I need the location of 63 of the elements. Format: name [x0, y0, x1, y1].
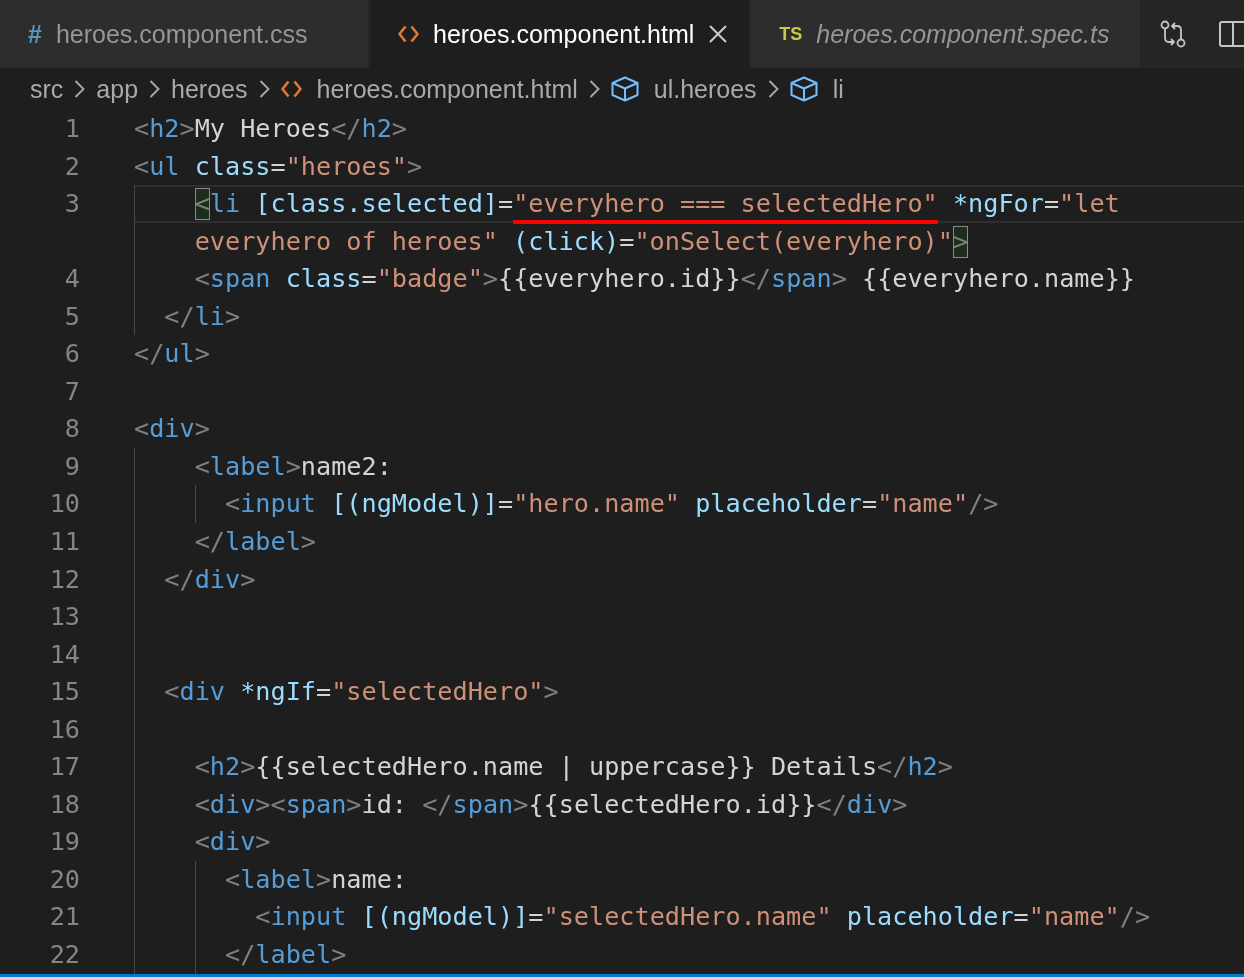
line-number: 2: [64, 151, 80, 181]
code-line: <div *ngIf="selectedHero">: [164, 677, 559, 707]
code-line: </li>: [164, 301, 241, 331]
line-number: 7: [64, 376, 80, 406]
breadcrumb-item[interactable]: heroes.component.html: [280, 74, 578, 104]
line-number: 9: [64, 451, 80, 481]
line-number: 5: [64, 301, 80, 331]
code-line: <div>: [194, 827, 271, 857]
code-line: </ul>: [134, 339, 210, 369]
code-brackets-icon: [398, 25, 419, 43]
compare-icon[interactable]: [1159, 20, 1186, 48]
code-line: <ul class="heroes">: [134, 151, 423, 181]
line-number: 10: [49, 489, 80, 519]
cube-icon: [789, 76, 818, 102]
chevron-icon: [74, 79, 86, 99]
line-number: 20: [49, 864, 80, 894]
chevron-icon: [149, 79, 161, 99]
line-number: 1: [64, 114, 80, 143]
breadcrumb-item[interactable]: app: [96, 74, 139, 104]
line-number: 4: [64, 264, 80, 294]
code-line: <span class="badge">{{everyhero.id}}</span> {{everyhero.name}}: [194, 264, 1135, 294]
code-line: <div><span>id: </span>{{selectedHero.id}}</div>: [194, 789, 908, 819]
line-number: 21: [49, 902, 80, 932]
line-number: 14: [49, 639, 80, 669]
code-line: everyhero of heroes" (click)="onSelect(everyhero)">: [194, 226, 969, 256]
line-number: 19: [49, 827, 80, 857]
line-number: 15: [49, 677, 80, 707]
code-line: <input [(ngModel)]="hero.name" placeholder="name"/>: [225, 489, 999, 519]
line-number: 16: [49, 714, 80, 744]
code-line: </label>: [194, 527, 316, 556]
line-number: 12: [49, 564, 80, 594]
code-line: <label>name:: [225, 864, 407, 894]
editor-tab[interactable]: heroes.component.html: [370, 0, 752, 68]
breadcrumb-item[interactable]: li: [789, 74, 844, 104]
chevron-icon: [588, 79, 600, 99]
code-line: </label>: [225, 940, 347, 970]
breadcrumb-item[interactable]: heroes: [171, 74, 248, 104]
editor-tab[interactable]: TS heroes.component.spec.ts: [751, 0, 1142, 68]
editor-tab[interactable]: # heroes.component.css: [0, 0, 370, 68]
chevron-icon: [258, 79, 270, 99]
code-line: <h2>My Heroes</h2>: [134, 114, 408, 143]
code-line: <input [(ngModel)]="selectedHero.name" placeholder="name"/>: [255, 902, 1151, 932]
chevron-icon: [767, 79, 779, 99]
code-line: <div>: [134, 414, 210, 444]
line-number: 8: [64, 414, 80, 444]
line-number: 6: [64, 339, 80, 369]
line-number: 18: [49, 789, 80, 819]
line-number: 17: [49, 752, 80, 782]
line-number: 13: [49, 602, 80, 632]
code-brackets-icon: [280, 80, 302, 98]
breadcrumb-item[interactable]: ul.heroes: [610, 74, 757, 104]
breadcrumb-item[interactable]: src: [30, 74, 64, 104]
code-line: <h2>{{selectedHero.name | uppercase}} Details</h2>: [194, 752, 953, 782]
split-editor-icon[interactable]: [1218, 21, 1244, 47]
line-number: 3: [64, 189, 80, 219]
line-number: 11: [49, 527, 80, 556]
file-type-icon: #: [28, 21, 42, 47]
code-line: </div>: [164, 564, 256, 594]
file-type-icon: TS: [779, 25, 803, 43]
code-line: <label>name2:: [194, 451, 392, 481]
line-number: 22: [49, 940, 80, 970]
close-icon[interactable]: [709, 25, 728, 43]
cube-icon: [610, 76, 639, 102]
